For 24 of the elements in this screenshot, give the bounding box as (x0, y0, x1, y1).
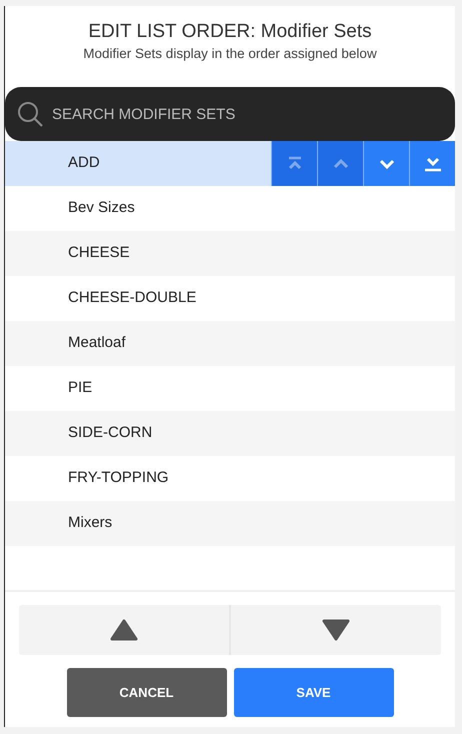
list-item[interactable]: SIDE-CORN (5, 411, 455, 456)
list-item[interactable]: CHEESE (5, 231, 455, 276)
item-label: Bev Sizes (67, 198, 136, 218)
list-item[interactable]: Mixers (5, 501, 455, 546)
triangle-up-icon (109, 618, 139, 642)
search-field[interactable]: SEARCH MODIFIER SETS (5, 87, 455, 141)
item-label: Meatloaf (67, 333, 127, 354)
triangle-down-icon (321, 618, 351, 642)
save-button[interactable]: SAVE (234, 668, 394, 717)
list-item[interactable]: Meatloaf (5, 321, 455, 366)
list-item[interactable]: ADD (5, 141, 455, 186)
move-bottom-button[interactable] (409, 141, 455, 186)
dialog-subtitle: Modifier Sets display in the order assigned below (83, 45, 377, 63)
item-label: PIE (67, 378, 94, 398)
item-label: CHEESE (67, 243, 131, 264)
item-label: CHEESE-DOUBLE (67, 288, 198, 308)
cancel-button[interactable]: CANCEL (66, 668, 226, 717)
item-label: SIDE-CORN (67, 423, 154, 444)
search-icon (16, 100, 44, 128)
item-label: ADD (67, 153, 101, 174)
item-label: Mixers (67, 513, 114, 534)
move-down-button[interactable] (363, 141, 409, 186)
item-label: FRY-TOPPING (67, 468, 170, 488)
dialog-title: EDIT LIST ORDER: Modifier Sets (88, 20, 372, 44)
